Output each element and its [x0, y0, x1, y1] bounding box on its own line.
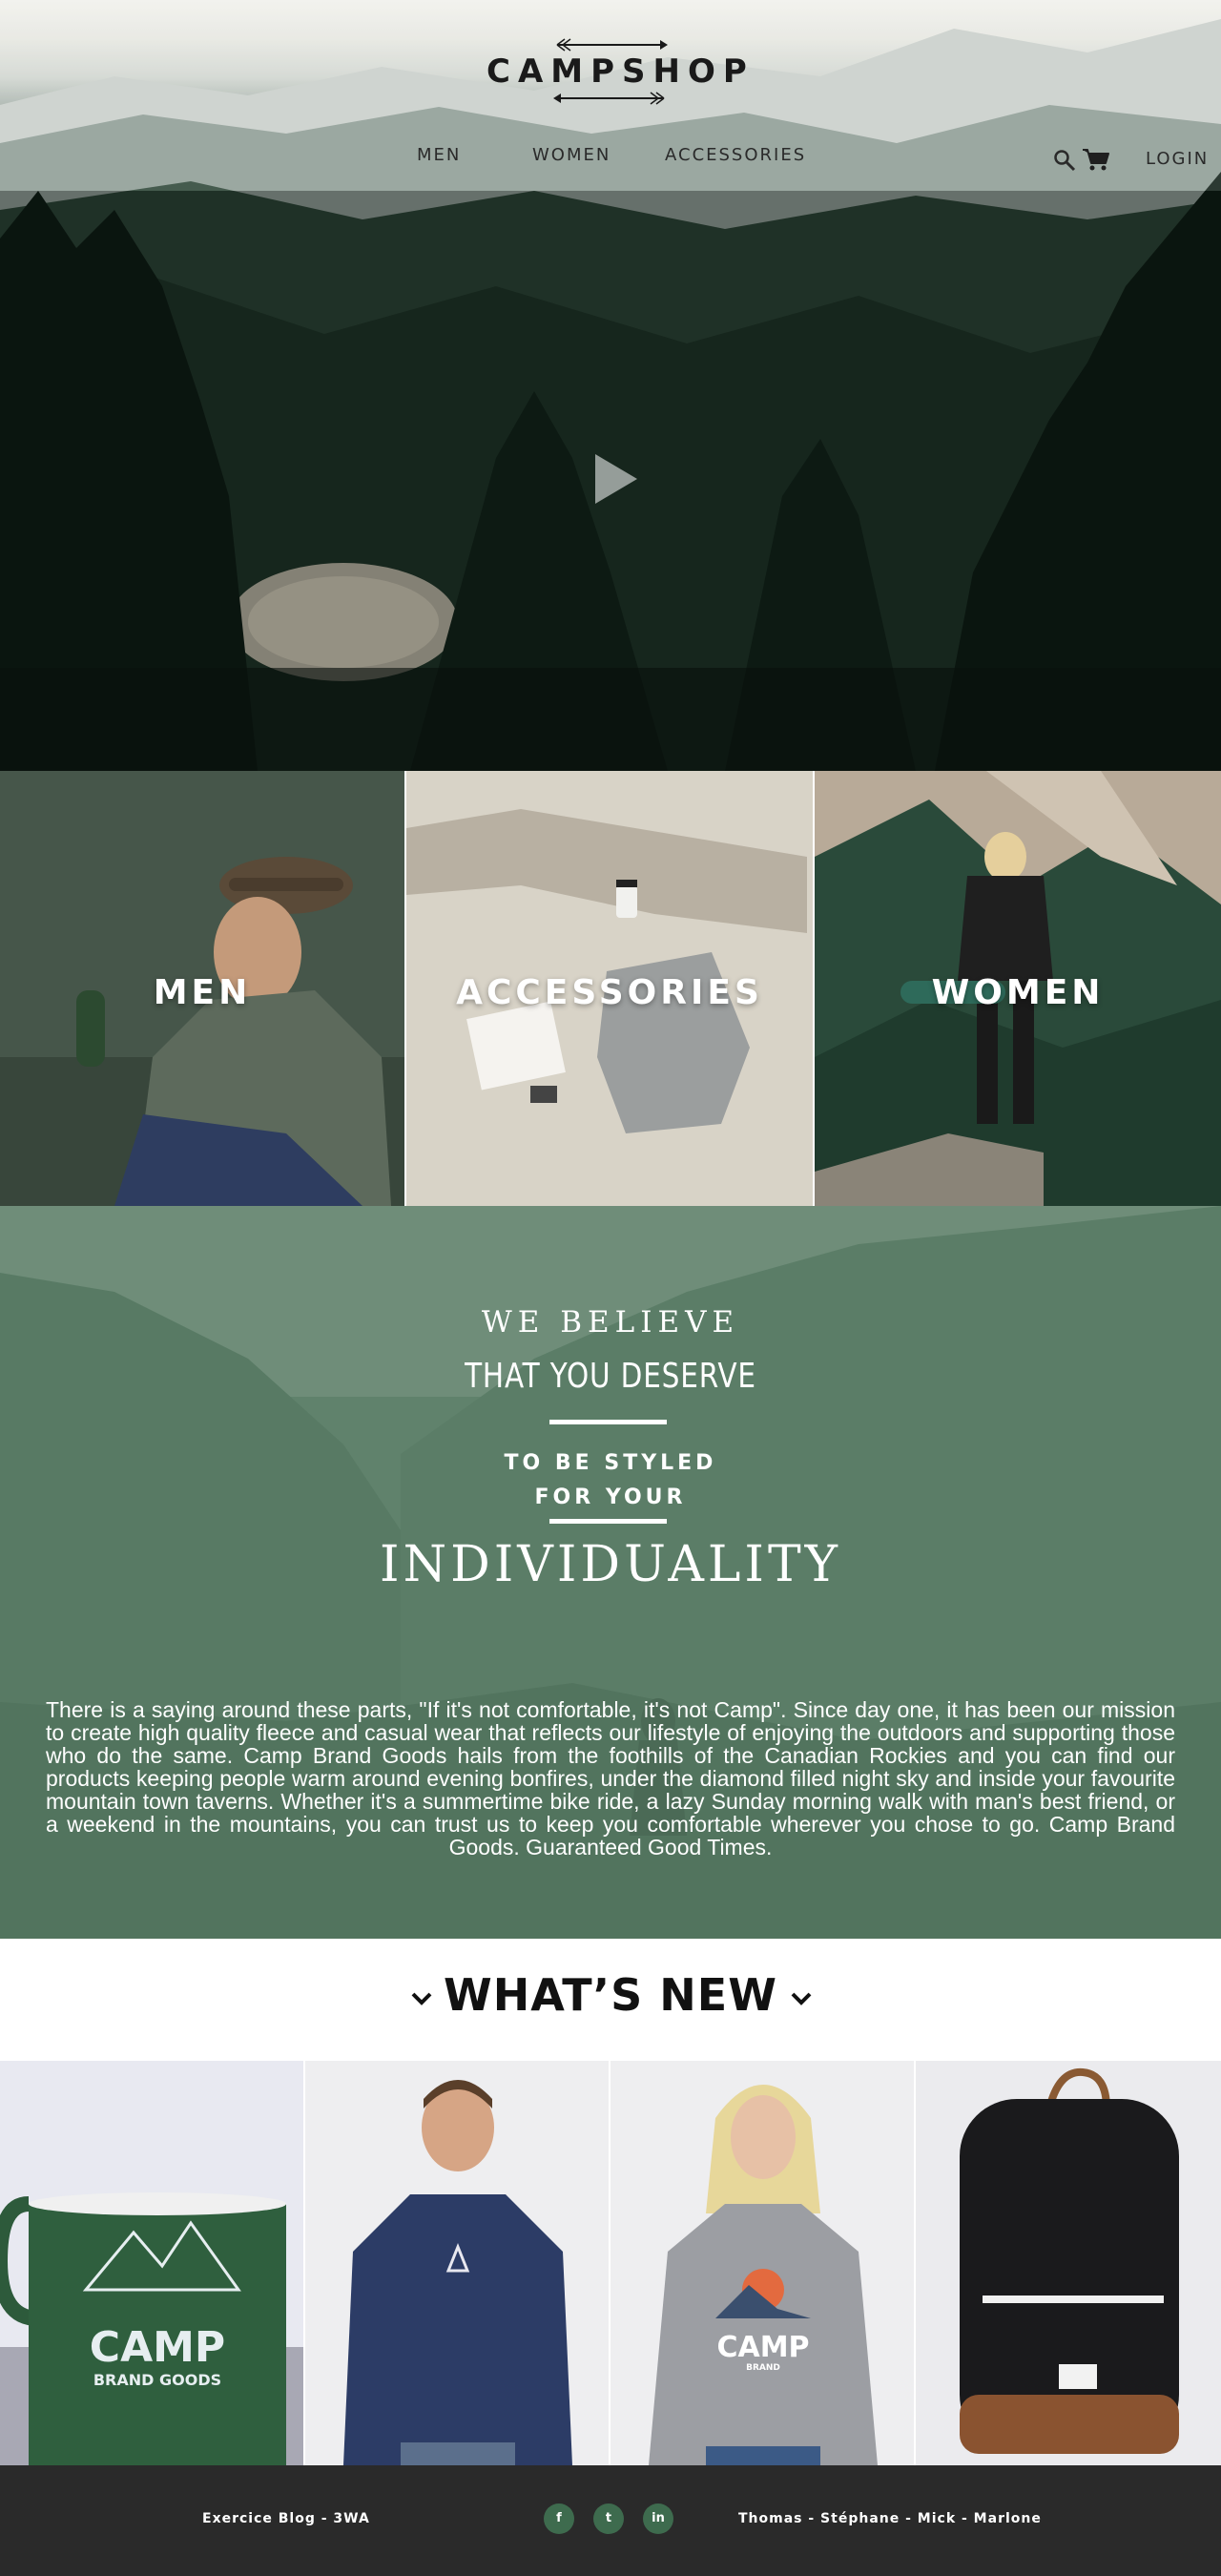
believe-line-2: THAT YOU DESERVE	[465, 1357, 756, 1396]
product-card-mug[interactable]: CAMP BRAND GOODS	[0, 2061, 303, 2465]
believe-line-1: WE BELIEVE	[481, 1305, 740, 1340]
logo-text: CAMPSHOP	[486, 52, 755, 91]
nav-item-accessories[interactable]: ACCESSORIES	[665, 145, 806, 165]
linkedin-icon[interactable]: in	[643, 2503, 673, 2534]
footer-credit-left: Exercice Blog - 3WA	[202, 2511, 370, 2526]
sweatshirt-print-camp: CAMP	[716, 2331, 809, 2364]
nav-item-women[interactable]: WOMEN	[532, 145, 610, 165]
product-card-grey-sweatshirt[interactable]: CAMP BRAND	[610, 2061, 914, 2465]
believe-line-4: INDIVIDUALITY	[380, 1536, 841, 1593]
category-label-women: WOMEN	[931, 973, 1105, 1012]
divider	[549, 1420, 667, 1424]
navy-sweatshirt-product-image	[305, 2061, 609, 2465]
backpack-product-image	[916, 2061, 1221, 2465]
category-tile-men[interactable]: MEN	[0, 771, 404, 1206]
footer-credit-right: Thomas - Stéphane - Mick - Marlone	[738, 2511, 1042, 2526]
site-header: CAMPSHOP MEN WOMEN ACCESSORIES LOGIN	[0, 0, 1221, 191]
category-tile-women[interactable]: WOMEN	[815, 771, 1221, 1206]
whats-new-title: WHAT’S NEW	[444, 1969, 777, 2021]
believe-line-3a: TO BE STYLED	[504, 1451, 717, 1475]
arrow-icon	[556, 38, 668, 52]
sweatshirt-print-brand: BRAND	[746, 2363, 780, 2373]
category-label-men: MEN	[153, 973, 252, 1012]
believe-line-3: TO BE STYLED FOR YOUR	[0, 1446, 1221, 1515]
grey-sweatshirt-product-image: CAMP BRAND	[610, 2061, 914, 2465]
category-grid: MEN ACCESSORIES WOMEN	[0, 771, 1221, 1206]
cart-icon[interactable]	[1082, 147, 1110, 172]
category-tile-accessories[interactable]: ACCESSORIES	[406, 771, 813, 1206]
login-link[interactable]: LOGIN	[1146, 149, 1209, 169]
main-nav: MEN WOMEN ACCESSORIES LOGIN	[0, 145, 1221, 174]
nav-item-men[interactable]: MEN	[417, 145, 461, 165]
mug-print-brand-goods: BRAND GOODS	[93, 2371, 221, 2389]
divider	[549, 1519, 667, 1524]
campshop-logo[interactable]: CAMPSHOP	[486, 38, 755, 124]
product-grid: CAMP BRAND GOODS CAMP BRAND	[0, 2061, 1221, 2465]
twitter-icon[interactable]: t	[593, 2503, 624, 2534]
facebook-icon[interactable]: f	[544, 2503, 574, 2534]
search-icon[interactable]	[1053, 149, 1076, 172]
hero-section: CAMPSHOP MEN WOMEN ACCESSORIES LOGIN	[0, 0, 1221, 771]
brand-story-paragraph: There is a saying around these parts, "I…	[46, 1697, 1175, 1859]
play-icon[interactable]	[593, 452, 639, 506]
arrow-icon	[553, 92, 665, 105]
mug-product-image: CAMP BRAND GOODS	[0, 2061, 303, 2465]
believe-line-3b: FOR YOUR	[534, 1485, 687, 1509]
product-card-backpack[interactable]	[916, 2061, 1221, 2465]
mug-print-camp: CAMP	[90, 2323, 225, 2372]
site-footer: Exercice Blog - 3WA f t in Thomas - Stép…	[0, 2465, 1221, 2576]
category-label-accessories: ACCESSORIES	[456, 973, 763, 1012]
whats-new-header: WHAT’S NEW	[0, 1939, 1221, 2061]
chevron-down-icon	[791, 1992, 812, 2005]
brand-story-section: WE BELIEVE THAT YOU DESERVE TO BE STYLED…	[0, 1206, 1221, 1939]
product-card-navy-sweatshirt[interactable]	[305, 2061, 609, 2465]
